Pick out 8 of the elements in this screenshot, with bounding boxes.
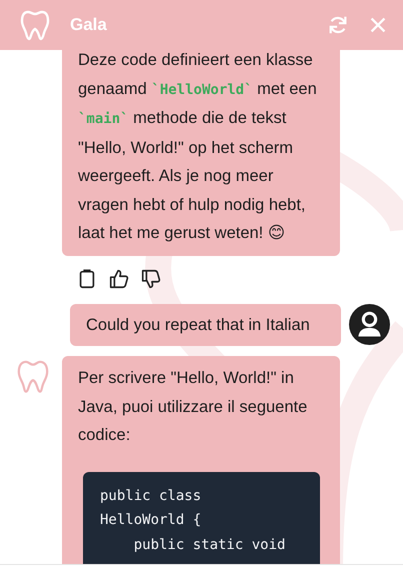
thumbs-down-icon[interactable] <box>140 268 162 290</box>
message-text: Per scrivere "Hello, World!" in Java, puoi utilizzare il seguente codice: <box>78 368 308 446</box>
header-title: Gala <box>70 15 108 35</box>
message-text: Could you repeat that in Italian <box>86 314 311 336</box>
thumbs-up-icon[interactable] <box>108 268 130 290</box>
message-text: Deze code definieert een klasse genaamd `HelloWorld` met een `main` methode die de tekst "Hello, World!" op het scherm weergeeft. Als je nog meer vragen hebt of hulp nodig hebt, laat het me gerust weten! 😊 <box>78 50 318 244</box>
code-block: public class HelloWorld { public static void <box>83 472 320 565</box>
tooth-icon <box>20 9 50 41</box>
